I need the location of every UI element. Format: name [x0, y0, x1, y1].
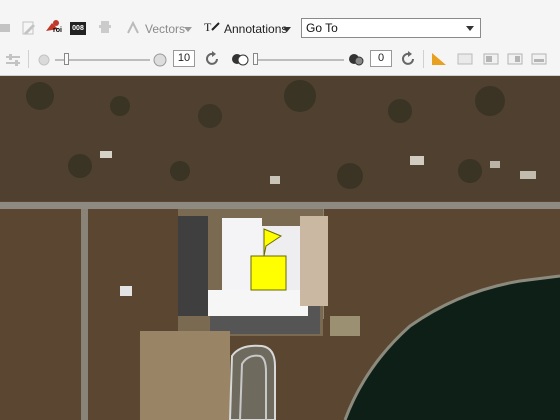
- sliders-icon[interactable]: [4, 51, 22, 69]
- refresh-icon[interactable]: [399, 50, 417, 68]
- annotation-flag-icon[interactable]: [251, 229, 286, 290]
- measure-icon[interactable]: [430, 50, 448, 68]
- pan-icon[interactable]: [530, 50, 548, 68]
- pointer-icon[interactable]: [0, 19, 14, 37]
- edit-icon[interactable]: [20, 19, 38, 37]
- imagery-view[interactable]: [0, 76, 560, 420]
- annotations-menu[interactable]: Annotations: [224, 22, 287, 36]
- contrast-high-icon: [347, 50, 365, 68]
- annotations-chevron-down-icon[interactable]: [283, 27, 291, 32]
- annotations-icon[interactable]: T: [203, 18, 221, 36]
- vectors-menu[interactable]: Vectors: [145, 22, 185, 36]
- contrast-low-icon: [231, 50, 249, 68]
- overview-icon[interactable]: [482, 50, 500, 68]
- vectors-icon[interactable]: [124, 19, 142, 37]
- contrast-slider-thumb[interactable]: [253, 53, 258, 65]
- brightness-slider-thumb[interactable]: [64, 53, 69, 65]
- separator: [423, 50, 424, 68]
- brightness-value[interactable]: 10: [173, 50, 195, 67]
- 008-label: 008: [70, 21, 86, 35]
- layer-icon[interactable]: [456, 50, 474, 68]
- refresh-icon[interactable]: [203, 50, 221, 68]
- brightness-high-icon: [151, 51, 169, 69]
- goto-dropdown[interactable]: Go To: [301, 18, 481, 38]
- display-toolbar: 10 0: [0, 44, 560, 76]
- roi-tool-icon[interactable]: roi: [44, 18, 62, 36]
- zoom-icon[interactable]: [506, 50, 524, 68]
- brightness-low-icon: [35, 51, 53, 69]
- hand-icon[interactable]: [96, 18, 114, 36]
- separator: [28, 50, 29, 68]
- main-toolbar: roi 008 Vectors T Annotations Go To: [0, 0, 560, 44]
- contrast-slider-track[interactable]: [254, 59, 344, 61]
- 008-icon[interactable]: 008: [69, 19, 87, 37]
- svg-text:T: T: [204, 20, 212, 34]
- roi-badge: roi: [53, 27, 62, 34]
- goto-value: Go To: [306, 21, 338, 35]
- contrast-value[interactable]: 0: [370, 50, 392, 67]
- brightness-slider-track[interactable]: [55, 59, 150, 61]
- goto-chevron-down-icon[interactable]: [466, 26, 474, 31]
- vectors-chevron-down-icon[interactable]: [184, 27, 192, 32]
